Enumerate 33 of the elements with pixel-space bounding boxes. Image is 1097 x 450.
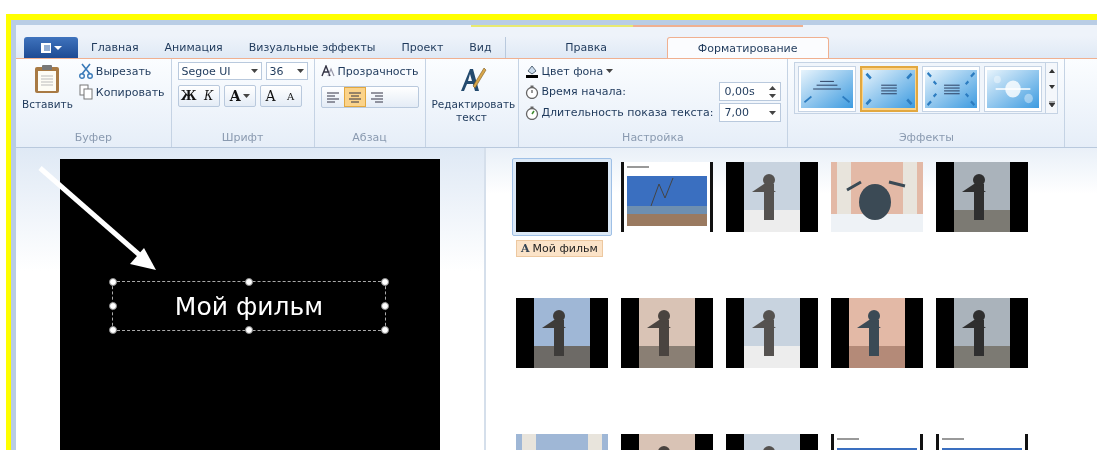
ribbon-tab[interactable]: Вид (456, 37, 505, 58)
ribbon-tab[interactable]: Главная (78, 37, 152, 58)
duration-field[interactable]: 7,00 (719, 103, 782, 122)
caption-track-item[interactable]: A Мой фильм (516, 240, 603, 257)
ribbon-tab[interactable]: Анимация (151, 37, 236, 58)
font-family-field[interactable]: Segoe UI (177, 62, 262, 80)
ribbon-tab[interactable]: Правка (504, 37, 667, 58)
copy-button[interactable]: Копировать (78, 83, 165, 101)
cut-button[interactable]: Вырезать (78, 62, 165, 80)
duration-label: Длительность показа текста: (524, 105, 714, 120)
ribbon-tab[interactable]: Форматирование (666, 37, 829, 58)
caption-label: Мой фильм (532, 242, 598, 255)
transparency-button[interactable]: Прозрачность (320, 62, 419, 80)
font-size-field[interactable]: 36 (265, 62, 308, 80)
grow-font-button[interactable]: A (260, 86, 281, 106)
paste-button[interactable]: Вставить (22, 62, 73, 131)
group-label: Шрифт (220, 131, 265, 146)
bold-button[interactable]: Ж (178, 86, 199, 106)
italic-button[interactable]: К (198, 86, 219, 106)
text-selection-box[interactable]: Мой фильм (112, 281, 386, 331)
shrink-font-button[interactable]: A (280, 86, 301, 106)
font-color-button[interactable]: A (224, 86, 255, 106)
start-time-label: Время начала: (524, 84, 626, 99)
start-time-field[interactable]: 0,00s (719, 82, 782, 101)
ribbon-tab[interactable]: Проект (388, 37, 457, 58)
group-label: Эффекты (897, 131, 955, 146)
group-label: Абзац (351, 131, 388, 146)
group-label: Настройка (621, 131, 685, 146)
group-label: Буфер (73, 131, 113, 146)
caption-text: Мой фильм (174, 291, 324, 321)
text-caption-icon: A (521, 242, 530, 255)
background-color-button[interactable]: Цвет фона (524, 62, 782, 80)
ribbon-tab[interactable]: Визуальные эффекты (235, 37, 389, 58)
